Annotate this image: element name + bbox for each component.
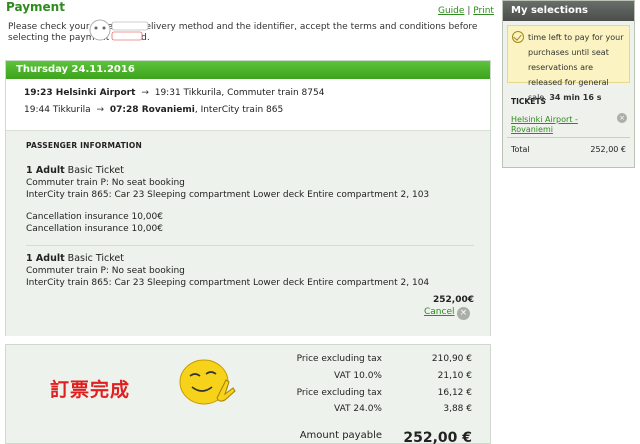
timer-box: time left to pay for your purchases unti… <box>507 25 630 102</box>
divider <box>507 137 630 138</box>
my-selections-panel: My selections time left to pay for your … <box>502 0 635 168</box>
ticket-2-line: InterCity train 865: Car 23 Sleeping com… <box>26 278 430 288</box>
ticket-1-header: 1 Adult Basic Ticket <box>26 165 124 176</box>
top-links: Guide | Print <box>438 6 494 16</box>
cancel-icon[interactable]: × <box>457 307 470 320</box>
leg-2-arrival: 07:28 Rovaniemi <box>109 105 195 115</box>
total-row: Total 252,00 € <box>511 145 626 154</box>
my-selections-title: My selections <box>503 1 634 21</box>
page-title: Payment <box>6 0 65 14</box>
summary-row: Price excluding tax 210,90 € <box>296 354 472 364</box>
ticket-2-line: Commuter train P: No seat booking <box>26 266 185 276</box>
amount-payable-row: Amount payable 252,00 € <box>250 430 472 444</box>
overlay-text: 訂票完成 <box>50 379 131 401</box>
links-separator: | <box>467 6 471 16</box>
passenger-section: PASSENGER INFORMATION 1 Adult Basic Tick… <box>6 131 490 336</box>
remove-ticket-icon[interactable]: × <box>617 113 627 123</box>
ticket-1-insurance: Cancellation insurance 10,00€ <box>26 212 163 222</box>
print-link[interactable]: Print <box>473 6 494 16</box>
legs-list: 19:23 Helsinki Airport → 19:31 Tikkurila… <box>6 79 490 131</box>
summary-row: Price excluding tax 16,12 € <box>296 388 472 398</box>
guide-link[interactable]: Guide <box>438 6 464 16</box>
trip-date-header: Thursday 24.11.2016 <box>6 61 490 79</box>
amount-payable-label: Amount payable <box>299 430 382 441</box>
leg-2-departure: 19:44 Tikkurila <box>24 105 91 115</box>
total-label: Total <box>511 145 530 154</box>
timer-value: 34 min 16 s <box>549 93 602 102</box>
ticket-1-line: Commuter train P: No seat booking <box>26 178 185 188</box>
total-value: 252,00 € <box>590 145 626 154</box>
trip-price: 252,00€ <box>433 295 474 305</box>
cancel-link[interactable]: Cancel <box>424 307 455 317</box>
smiley-emoji-icon <box>179 359 236 405</box>
ticket-route-link[interactable]: Helsinki Airport - Rovaniemi <box>511 115 591 135</box>
leg-1-train: Commuter train 8754 <box>227 88 325 98</box>
arrow-icon: → <box>141 88 149 98</box>
amount-payable-value: 252,00 € <box>403 430 472 444</box>
ticket-1-line: InterCity train 865: Car 23 Sleeping com… <box>26 190 430 200</box>
passenger-title: PASSENGER INFORMATION <box>26 141 142 150</box>
leg-1-arrival: 19:31 Tikkurila, <box>154 88 225 98</box>
leg-2: 19:44 Tikkurila → 07:28 Rovaniemi, Inter… <box>24 105 284 115</box>
check-circle-icon <box>512 31 524 43</box>
leg-1: 19:23 Helsinki Airport → 19:31 Tikkurila… <box>24 85 490 102</box>
leg-1-departure: 19:23 Helsinki Airport <box>24 88 136 98</box>
trip-card: Thursday 24.11.2016 19:23 Helsinki Airpo… <box>5 60 491 336</box>
summary-row: VAT 10.0% 21,10 € <box>334 371 472 381</box>
ticket-1-insurance: Cancellation insurance 10,00€ <box>26 224 163 234</box>
ticket-2-header: 1 Adult Basic Ticket <box>26 253 124 264</box>
divider <box>26 245 474 246</box>
summary-row: VAT 24.0% 3,88 € <box>334 404 472 414</box>
arrow-icon: → <box>96 105 105 115</box>
leg-2-train: InterCity train 865 <box>200 105 284 115</box>
intro-text: Please check your order, the delivery me… <box>8 22 478 43</box>
watermark-logo <box>89 19 149 41</box>
